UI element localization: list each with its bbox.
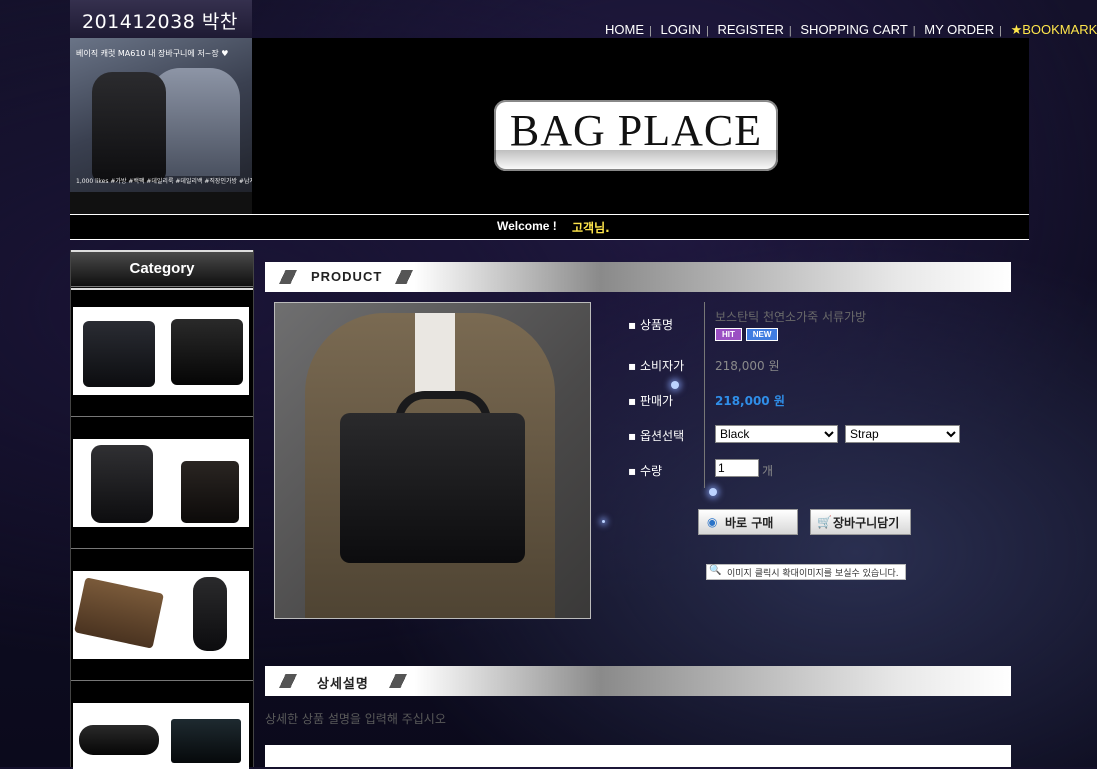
briefcase-shape xyxy=(83,321,155,387)
banner-icon-bar xyxy=(70,192,252,214)
welcome-bar: Welcome ! 고객님. xyxy=(70,214,1029,240)
option-color-select[interactable]: Black xyxy=(715,425,838,443)
category-item[interactable] xyxy=(71,680,253,769)
category-item[interactable] xyxy=(71,286,253,417)
quantity-unit: 개 xyxy=(762,464,774,478)
welcome-text: Welcome ! xyxy=(497,219,557,233)
messenger-bag-shape xyxy=(181,461,239,523)
section-slant-decoration xyxy=(277,674,299,688)
waist-bag-shape xyxy=(79,725,159,755)
hit-badge: HIT xyxy=(715,328,742,341)
detail-section-label: 상세설명 xyxy=(317,676,369,691)
sale-price: 218,000 원 xyxy=(715,394,785,408)
banner-caption: 베이직 캐럿 MA610 내 장바구니에 저~장 ♥ xyxy=(76,49,229,58)
backpack-shape xyxy=(91,445,153,523)
product-name: 보스탄틱 천연소가죽 서류가방 xyxy=(715,310,867,324)
sling-bag-shape xyxy=(193,577,227,651)
buy-now-button[interactable]: ◉ 바로 구매 xyxy=(698,509,798,535)
product-name-label: ▪ 상품명 xyxy=(628,318,674,332)
nav-cart-link[interactable]: SHOPPING CART xyxy=(795,22,912,37)
category-thumbnail[interactable] xyxy=(73,439,249,527)
consumer-price: 218,000 원 xyxy=(715,359,780,373)
leather-bag-shape xyxy=(74,577,164,649)
category-heading: Category xyxy=(71,250,253,290)
category-item[interactable] xyxy=(71,416,253,549)
zoom-notice: 🔍 이미지 클릭시 확대이미지를 보실수 있습니다. xyxy=(706,564,906,580)
nav-separator: | xyxy=(649,25,652,37)
cart-icon: 🛒 xyxy=(817,515,832,529)
category-sidebar: Category xyxy=(70,250,254,769)
clutch-shape xyxy=(171,719,241,763)
banner-backpack-shape xyxy=(92,72,166,182)
nav-separator: | xyxy=(788,25,792,37)
nav-register-link[interactable]: REGISTER xyxy=(712,22,788,37)
add-to-cart-button[interactable]: 🛒 장바구니담기 xyxy=(810,509,911,535)
buy-now-label: 바로 구매 xyxy=(725,516,774,530)
background-star xyxy=(709,488,717,496)
nav-my-order-link[interactable]: MY ORDER xyxy=(919,22,999,37)
category-heading-text: Category xyxy=(129,260,195,277)
consumer-price-label: ▪ 소비자가 xyxy=(628,359,685,373)
logo-text: BAG PLACE xyxy=(509,106,763,155)
nav-bookmark-link[interactable]: ★BOOKMARK xyxy=(1006,22,1097,37)
section-slant-decoration xyxy=(387,674,409,688)
coin-icon: ◉ xyxy=(707,515,718,529)
option-strap-select[interactable]: Strap xyxy=(845,425,960,443)
section-slant-decoration xyxy=(393,270,415,284)
background-star xyxy=(671,381,679,389)
section-slant-decoration xyxy=(277,270,299,284)
product-section-label: PRODUCT xyxy=(311,269,383,284)
category-thumbnail[interactable] xyxy=(73,703,249,769)
nav-separator: | xyxy=(999,25,1002,37)
category-thumbnail[interactable] xyxy=(73,571,249,659)
category-item[interactable] xyxy=(71,548,253,681)
add-to-cart-label: 장바구니담기 xyxy=(833,516,900,530)
photo-shirt-shape xyxy=(415,313,455,393)
detail-content-box xyxy=(265,745,1011,767)
welcome-guest: 고객님. xyxy=(572,221,610,235)
info-divider xyxy=(704,302,705,488)
sale-price-label: ▪ 판매가 xyxy=(628,394,674,408)
zoom-notice-text: 이미지 클릭시 확대이미지를 보실수 있습니다. xyxy=(727,569,899,579)
background-star xyxy=(602,520,605,523)
quantity-input[interactable] xyxy=(715,459,759,477)
nav-separator: | xyxy=(912,25,916,37)
option-label: ▪ 옵션선택 xyxy=(628,429,685,443)
product-section-header: PRODUCT xyxy=(265,262,1011,292)
detail-section-header: 상세설명 xyxy=(265,666,1011,696)
banner-image[interactable]: 베이직 캐럿 MA610 내 장바구니에 저~장 ♥ 1,000 likes #… xyxy=(70,38,252,216)
nav-home-link[interactable]: HOME xyxy=(600,22,649,37)
new-badge: NEW xyxy=(745,328,779,341)
quantity-label: ▪ 수량 xyxy=(628,464,663,478)
product-image[interactable] xyxy=(274,302,591,619)
product-badges: HIT NEW xyxy=(715,326,779,341)
detail-description: 상세한 상품 설명을 입력해 주십시오 xyxy=(265,712,446,726)
banner-caption-tags: 1,000 likes #가방 #백팩 #데일리룩 #데일리백 #직장인가방 #… xyxy=(76,178,252,185)
photo-briefcase-shape xyxy=(340,413,525,563)
briefcase-shape xyxy=(171,319,243,385)
site-logo[interactable]: BAG PLACE xyxy=(494,100,778,171)
logo-reflection xyxy=(494,150,778,171)
nav-login-link[interactable]: LOGIN xyxy=(655,22,705,37)
site-header-title: 201412038 박찬형 xyxy=(70,0,252,60)
category-thumbnail[interactable] xyxy=(73,307,249,395)
nav-separator: | xyxy=(705,25,709,37)
magnifier-icon: 🔍 xyxy=(709,565,722,576)
